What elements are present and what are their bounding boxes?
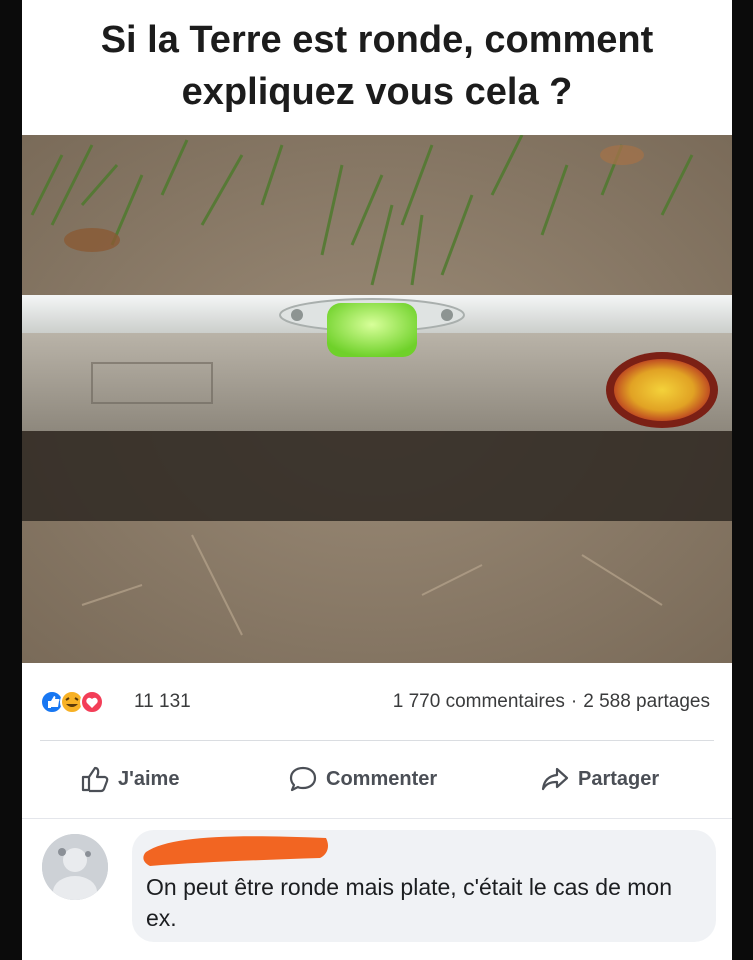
comment-button[interactable]: Commenter bbox=[288, 760, 437, 798]
share-button[interactable]: Partager bbox=[540, 760, 659, 798]
love-reaction-icon bbox=[80, 690, 104, 714]
haha-reaction-icon bbox=[60, 690, 84, 714]
avatar[interactable] bbox=[42, 834, 108, 900]
like-button[interactable]: J'aime bbox=[80, 760, 179, 798]
comment-icon bbox=[289, 766, 317, 792]
spirit-level-photo-icon bbox=[22, 135, 732, 663]
redaction-scribble-icon bbox=[143, 836, 328, 866]
divider bbox=[40, 740, 714, 741]
post-photo[interactable] bbox=[22, 135, 732, 663]
comment-text: On peut être ronde mais plate, c'était l… bbox=[146, 874, 673, 931]
comment-label: Commenter bbox=[326, 767, 438, 790]
share-arrow-icon bbox=[541, 767, 569, 791]
thumbs-up-icon bbox=[81, 766, 109, 793]
like-reaction-icon bbox=[40, 690, 64, 714]
shares-count[interactable]: 2 588 partages bbox=[583, 691, 710, 712]
reaction-count[interactable]: 11 131 bbox=[134, 691, 191, 713]
share-label: Partager bbox=[578, 767, 660, 790]
comments-count[interactable]: 1 770 commentaires bbox=[393, 691, 565, 712]
engagement-stats: 1 770 commentaires · 2 588 partages bbox=[393, 691, 710, 713]
like-label: J'aime bbox=[118, 767, 180, 790]
post-title: Si la Terre est ronde, comment expliquez… bbox=[100, 19, 654, 113]
reaction-icons[interactable] bbox=[40, 690, 130, 714]
reactions-bar: 11 131 1 770 commentaires · 2 588 partages bbox=[22, 682, 732, 722]
user-avatar-icon bbox=[42, 834, 108, 900]
post-card: Si la Terre est ronde, comment expliquez… bbox=[22, 0, 732, 960]
divider bbox=[22, 818, 732, 819]
separator-dot: · bbox=[570, 691, 578, 712]
